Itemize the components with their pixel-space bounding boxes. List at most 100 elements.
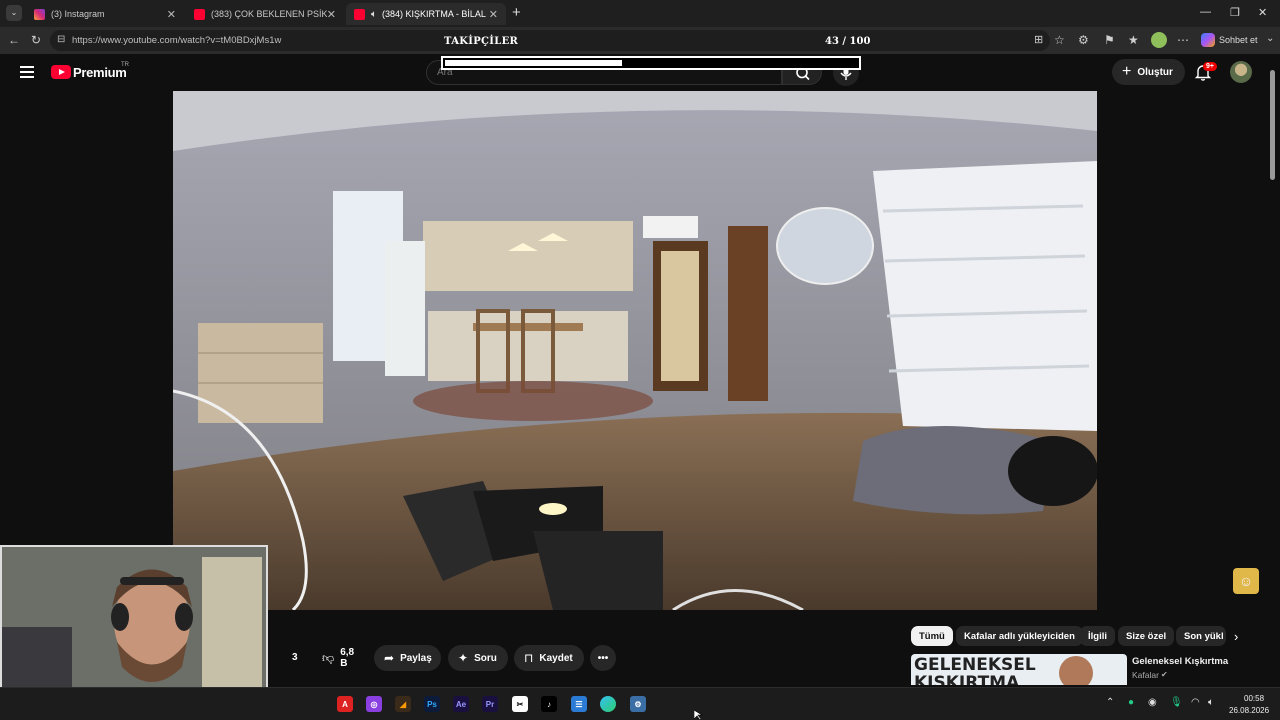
collections-icon[interactable]: ⚑	[1104, 33, 1115, 47]
notepad-icon[interactable]: ☰	[571, 696, 587, 712]
back-icon[interactable]: ←	[8, 33, 20, 47]
capcut-icon[interactable]: ✂	[512, 696, 528, 712]
chip-all[interactable]: Tümü	[911, 626, 953, 646]
clock-time[interactable]: 00:58	[1244, 694, 1264, 703]
region-code: TR	[121, 62, 129, 68]
tab-title: (3) Instagram	[51, 9, 105, 19]
minimize-icon[interactable]: —	[1200, 6, 1211, 18]
chip-related[interactable]: İlgili	[1080, 626, 1115, 646]
copilot-icon[interactable]	[1201, 33, 1215, 47]
share-icon: ➦	[384, 651, 395, 665]
mouse-cursor-icon	[694, 710, 704, 720]
tray-app-icon[interactable]: ●	[1128, 697, 1134, 708]
tab-video-1[interactable]: (383) ÇOK BEKLENEN PSİKOLOJİK ✕	[186, 3, 344, 25]
address-bar-row: ← ↻ ⊟ https://www.youtube.com/watch?v=tM…	[0, 27, 1280, 54]
more-horizontal-icon: •••	[597, 652, 609, 664]
new-tab-icon[interactable]: +	[512, 4, 521, 21]
after-effects-icon[interactable]: Ae	[453, 696, 469, 712]
youtube-icon	[354, 8, 365, 20]
save-label: Kaydet	[539, 652, 573, 664]
split-view-icon[interactable]: ⊞	[1034, 33, 1043, 46]
reload-icon[interactable]: ↻	[31, 33, 41, 47]
hamburger-menu-icon[interactable]	[20, 66, 34, 78]
thumbnail-text: GELENEKSEL KIŞKIRTMA	[914, 655, 1036, 685]
copilot-label[interactable]: Sohbet et	[1219, 35, 1258, 45]
volume-icon[interactable]: 🔈︎	[1208, 697, 1214, 708]
create-label: Oluştur	[1137, 66, 1173, 78]
followers-count: 43 / 100	[825, 36, 871, 47]
chip-recent[interactable]: Son yükl	[1176, 626, 1226, 646]
tab-video-active[interactable]: 🔈︎ (384) KIŞKIRTMA - BİLAL HAN ✕	[346, 3, 506, 25]
sidebar-chevron-icon[interactable]: ⌄	[1266, 33, 1274, 44]
share-button[interactable]: ➦ Paylaş	[374, 645, 441, 671]
app-icon-gear[interactable]: ⚙	[630, 696, 646, 712]
address-bar[interactable]: ⊟ https://www.youtube.com/watch?v=tM0BDx…	[50, 30, 1050, 51]
app-icon-purple[interactable]: ◎	[366, 696, 382, 712]
window-close-icon[interactable]: ✕	[1258, 6, 1267, 19]
tab-close-icon[interactable]: ✕	[327, 8, 336, 21]
site-info-icon[interactable]: ⊟	[57, 34, 65, 45]
youtube-icon	[194, 8, 205, 20]
audio-icon[interactable]: 🔈︎	[371, 9, 377, 20]
tab-title: (384) KIŞKIRTMA - BİLAL HAN	[382, 9, 486, 19]
sparkle-icon: ✦	[458, 651, 469, 665]
instagram-icon	[34, 8, 45, 20]
microphone-tray-icon[interactable]: 🎙︎	[1170, 697, 1183, 708]
ask-label: Soru	[474, 652, 497, 664]
tab-list-chevron-icon[interactable]: ⌄	[6, 5, 22, 21]
windows-taskbar: A ◎ ◢ Ps Ae Pr ✂ ♪ ☰ ⚙ ⌃ ● ◉ 🎙︎ ◠ 🔈︎ 00:…	[0, 687, 1280, 720]
tray-overflow-chevron-icon[interactable]: ⌃	[1106, 697, 1114, 708]
video-player[interactable]	[173, 91, 1097, 610]
favorite-star-icon[interactable]: ☆	[1054, 33, 1065, 47]
create-button[interactable]: + Oluştur	[1112, 59, 1185, 85]
thumbs-down-icon: 👎︎	[322, 650, 335, 665]
dislike-button[interactable]: 👎︎ 6,8 B	[312, 645, 368, 671]
save-button[interactable]: ⊓ Kaydet	[514, 645, 584, 671]
favorites-icon[interactable]: ★	[1128, 33, 1139, 47]
chip-uploader[interactable]: Kafalar adlı yükleyiciden	[956, 626, 1083, 646]
tab-close-icon[interactable]: ✕	[167, 8, 176, 21]
account-avatar[interactable]	[1230, 61, 1252, 83]
steam-icon[interactable]: ◉	[1148, 697, 1157, 708]
video-frame	[173, 91, 1097, 610]
followers-progress-bar	[441, 56, 861, 70]
more-actions-button[interactable]: •••	[590, 645, 616, 671]
recommended-title[interactable]: Geleneksel Kışkırtma	[1132, 656, 1228, 667]
url-text[interactable]: https://www.youtube.com/watch?v=tM0BDxjM…	[72, 35, 281, 46]
edge-icon[interactable]	[600, 696, 616, 712]
profile-avatar[interactable]	[1151, 32, 1167, 48]
tiktok-studio-icon[interactable]: ♪	[541, 696, 557, 712]
like-count-partial[interactable]: 3	[292, 652, 298, 663]
fl-studio-icon[interactable]: ◢	[395, 696, 411, 712]
chip-for-you[interactable]: Size özel	[1118, 626, 1175, 646]
dislike-count: 6,8 B	[340, 647, 355, 669]
followers-title: TAKİPÇİLER	[444, 36, 519, 47]
tab-instagram[interactable]: (3) Instagram ✕	[26, 3, 184, 25]
clock-date[interactable]: 26.08.2026	[1229, 706, 1269, 715]
wifi-icon[interactable]: ◠	[1191, 697, 1200, 708]
scrollbar-thumb[interactable]	[1270, 70, 1275, 180]
restore-icon[interactable]: ❐	[1230, 6, 1240, 19]
acrobat-icon[interactable]: A	[337, 696, 353, 712]
plus-icon: +	[1122, 63, 1132, 80]
floating-emote-button[interactable]: ☺	[1233, 568, 1259, 594]
browser-tab-strip: ⌄ (3) Instagram ✕ (383) ÇOK BEKLENEN PSİ…	[0, 0, 1280, 27]
more-icon[interactable]: ⋯	[1177, 33, 1189, 47]
ask-button[interactable]: ✦ Soru	[448, 645, 508, 671]
recommended-channel[interactable]: Kafalar	[1132, 670, 1159, 680]
followers-progress-fill	[445, 60, 622, 66]
youtube-brand[interactable]: Premium	[73, 65, 127, 80]
share-label: Paylaş	[400, 652, 432, 664]
tab-title: (383) ÇOK BEKLENEN PSİKOLOJİK	[211, 9, 327, 19]
photoshop-icon[interactable]: Ps	[424, 696, 440, 712]
bookmark-icon: ⊓	[524, 651, 534, 665]
premiere-icon[interactable]: Pr	[482, 696, 498, 712]
extensions-icon[interactable]: ⚙	[1078, 33, 1089, 47]
chips-next-chevron-icon[interactable]: ›	[1234, 629, 1238, 644]
tab-close-icon[interactable]: ✕	[489, 8, 498, 21]
notification-badge: 9+	[1203, 62, 1217, 71]
recommended-thumbnail[interactable]: GELENEKSEL KIŞKIRTMA	[911, 654, 1127, 685]
thumbnail-face	[1059, 656, 1093, 685]
verified-icon: ✔	[1161, 670, 1168, 679]
youtube-logo[interactable]	[51, 65, 71, 79]
